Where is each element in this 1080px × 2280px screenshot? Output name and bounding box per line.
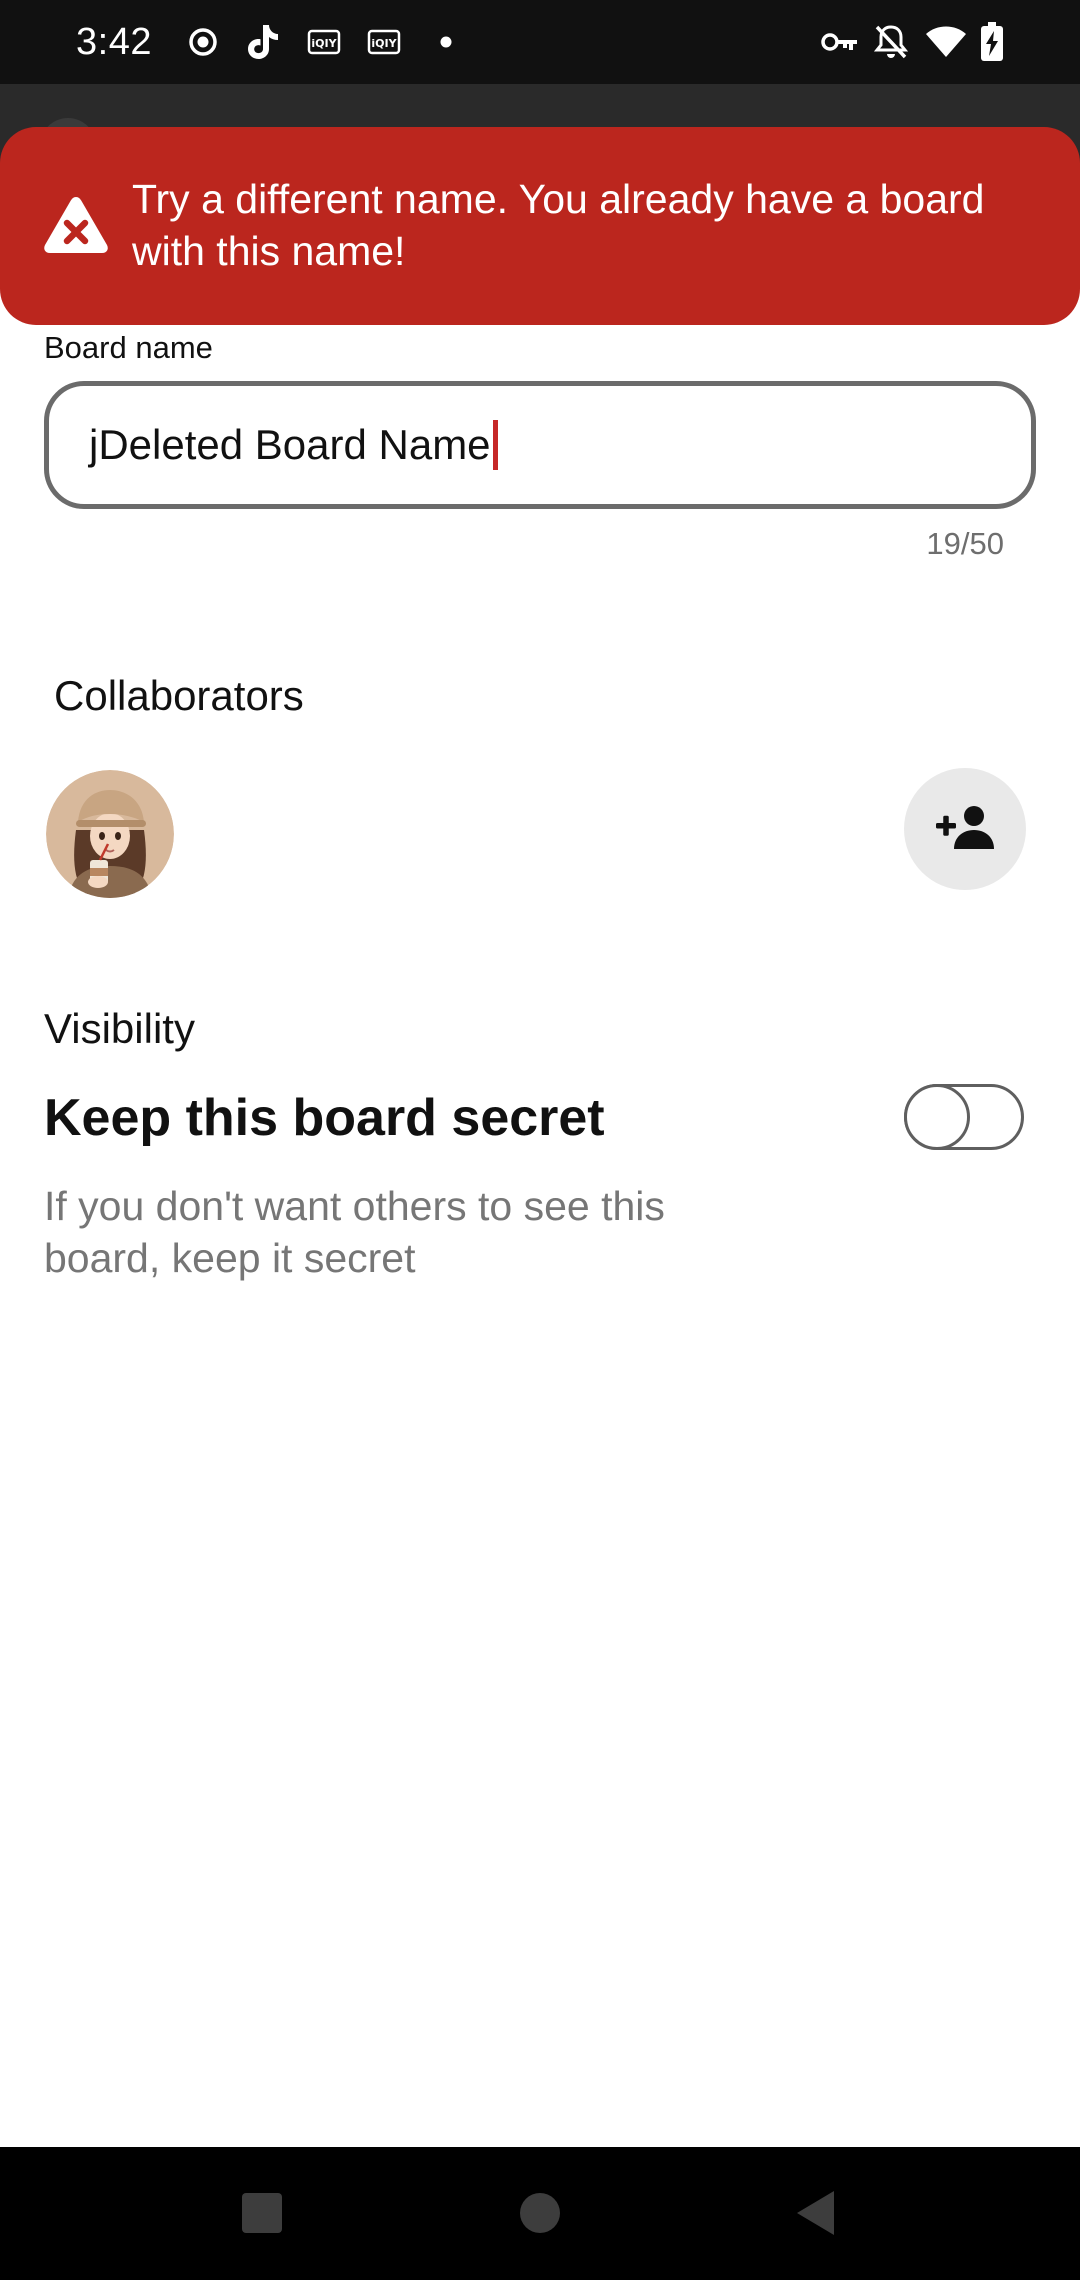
- visibility-label: Visibility: [44, 1005, 195, 1052]
- status-time: 3:42: [76, 21, 152, 63]
- iqiyi-icon: iQIY: [366, 22, 402, 62]
- home-circle-icon: [518, 2191, 562, 2240]
- iqiyi-icon: iQIY: [306, 22, 342, 62]
- collaborator-avatar[interactable]: [46, 770, 174, 898]
- warning-error-icon: [42, 193, 110, 255]
- recents-square-icon: [240, 2191, 284, 2240]
- back-triangle-icon: [794, 2189, 838, 2242]
- secret-setting-description: If you don't want others to see this boa…: [44, 1183, 665, 1281]
- secret-toggle[interactable]: [904, 1084, 1024, 1150]
- tiktok-icon: [242, 22, 282, 62]
- wifi-icon: [924, 22, 968, 62]
- board-name-input[interactable]: jDeleted Board Name: [44, 381, 1036, 509]
- status-bar: 3:42 iQIY iQIY: [0, 0, 1080, 84]
- system-nav-bar: [0, 2147, 1080, 2280]
- battery-charging-icon: [978, 22, 1006, 62]
- toast-message: Try a different name. You already have a…: [132, 176, 985, 274]
- home-button[interactable]: [500, 2175, 580, 2255]
- recents-button[interactable]: [222, 2175, 302, 2255]
- svg-text:iQIY: iQIY: [371, 37, 397, 50]
- board-name-label: Board name: [44, 330, 213, 365]
- error-toast[interactable]: Try a different name. You already have a…: [0, 127, 1080, 325]
- record-icon: [186, 22, 220, 62]
- text-caret: [492, 420, 498, 470]
- notifications-off-icon: [872, 22, 910, 62]
- back-button[interactable]: [776, 2175, 856, 2255]
- board-name-value: jDeleted Board Name: [89, 421, 491, 468]
- dot-icon: [436, 22, 456, 62]
- secret-setting-title: Keep this board secret: [44, 1089, 605, 1147]
- svg-text:iQIY: iQIY: [311, 37, 337, 50]
- char-counter: 19/50: [926, 526, 1004, 561]
- add-person-icon: [936, 805, 994, 854]
- toggle-knob: [904, 1084, 970, 1150]
- collaborators-title: Collaborators: [54, 672, 304, 719]
- add-collaborator-button[interactable]: [904, 768, 1026, 890]
- key-icon: [820, 22, 860, 62]
